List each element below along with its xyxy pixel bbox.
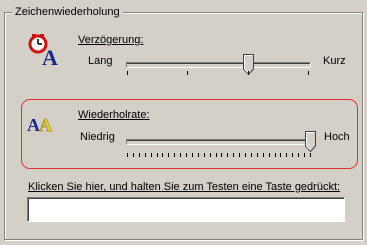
repeat-AA-icon: A A: [27, 113, 61, 136]
slider-tick: [157, 153, 158, 157]
group-title: Zeichenwiederholung: [12, 5, 123, 19]
slider-tick: [187, 71, 188, 75]
svg-text:A: A: [42, 45, 58, 68]
slider-tick: [133, 153, 134, 157]
delay-min-label: Lang: [88, 55, 113, 67]
rate-label: Wiederholrate:: [78, 109, 150, 122]
slider-tick: [127, 153, 128, 157]
slider-tick: [221, 153, 222, 157]
slider-tick: [151, 153, 152, 157]
slider-tick: [174, 153, 175, 157]
slider-tick: [292, 153, 293, 157]
slider-tick: [248, 71, 249, 75]
slider-tick: [198, 153, 199, 157]
delay-max-label: Kurz: [323, 55, 346, 67]
slider-tick: [263, 153, 264, 157]
slider-tick: [239, 153, 240, 157]
slider-tick: [233, 153, 234, 157]
slider-tick: [139, 153, 140, 157]
slider-tick: [162, 153, 163, 157]
stopwatch-A-icon: A: [28, 34, 62, 70]
slider-tick: [145, 153, 146, 157]
test-label: Klicken Sie hier, und halten Sie zum Tes…: [28, 181, 340, 194]
slider-tick: [216, 153, 217, 157]
slider-tick: [127, 71, 128, 75]
rate-slider-thumb[interactable]: [305, 131, 316, 153]
rate-min-label: Niedrig: [80, 131, 115, 143]
rate-max-label: Hoch: [324, 131, 350, 143]
slider-tick: [275, 153, 276, 157]
slider-tick: [168, 153, 169, 157]
slider-tick: [227, 153, 228, 157]
rate-slider-track[interactable]: [126, 139, 313, 145]
slider-tick: [298, 153, 299, 157]
slider-tick: [251, 153, 252, 157]
slider-tick: [245, 153, 246, 157]
slider-tick: [269, 153, 270, 157]
slider-tick: [257, 153, 258, 157]
test-label-text: Klicken Sie hier, und halten Sie zum Tes…: [28, 181, 341, 193]
delay-label: Verzögerung:: [78, 34, 143, 47]
rate-ticks: [126, 153, 311, 158]
slider-tick: [304, 153, 305, 157]
slider-tick: [286, 153, 287, 157]
slider-tick: [310, 153, 311, 157]
slider-tick: [192, 153, 193, 157]
slider-tick: [210, 153, 211, 157]
slider-tick: [204, 153, 205, 157]
svg-text:A: A: [39, 115, 52, 135]
rate-label-text: Wiederholrate:: [78, 109, 150, 121]
slider-tick: [280, 153, 281, 157]
delay-label-text: Verzögerung:: [78, 34, 144, 46]
slider-tick: [308, 71, 309, 75]
slider-tick: [186, 153, 187, 157]
slider-tick: [180, 153, 181, 157]
delay-ticks: [126, 71, 309, 76]
delay-slider-track[interactable]: [126, 62, 311, 68]
test-input[interactable]: [27, 197, 345, 222]
